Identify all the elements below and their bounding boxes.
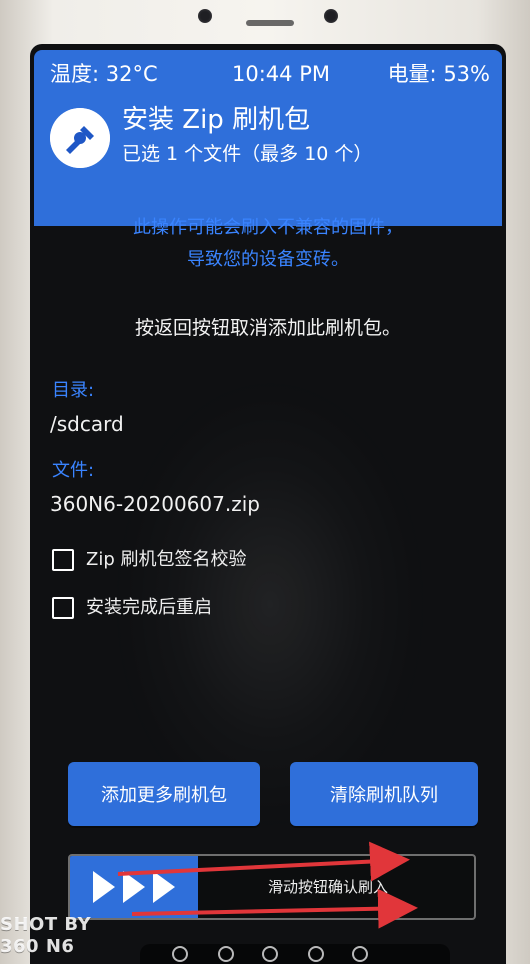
status-battery: 电量: 53%	[387, 62, 490, 86]
cancel-instruction: 按返回按钮取消添加此刷机包。	[134, 317, 401, 339]
twrp-logo-icon	[50, 108, 110, 168]
front-camera-icon	[198, 9, 212, 23]
status-time: 10:44 PM	[232, 62, 330, 86]
swipe-to-confirm-flash[interactable]: 滑动按钮确认刷入	[68, 854, 476, 920]
clear-zip-queue-button[interactable]: 清除刷机队列	[290, 762, 478, 826]
zip-signature-verify-label: Zip 刷机包签名校验	[86, 549, 247, 570]
navigation-icon	[308, 946, 324, 962]
status-bar: 温度: 32°C 10:44 PM 电量: 53%	[34, 50, 502, 98]
play-arrow-icon	[93, 871, 115, 903]
camera-watermark-line-1: SHOT BY	[0, 914, 92, 935]
warning-message: 此操作可能会刷入不兼容的固件， 导致您的设备变砖。	[30, 212, 506, 276]
directory-value: /sdcard	[50, 412, 124, 436]
phone-photo: 温度: 32°C 10:44 PM 电量: 53% 安装 Zip 刷机包 已选 …	[0, 0, 530, 964]
camera-watermark: SHOT BY 360 N6	[0, 914, 91, 958]
warning-line-1: 此操作可能会刷入不兼容的固件，	[133, 217, 403, 238]
directory-label: 目录:	[52, 380, 95, 401]
swipe-handle[interactable]	[70, 856, 198, 918]
reboot-after-install-option[interactable]: 安装完成后重启	[52, 592, 432, 624]
zip-signature-verify-checkbox[interactable]	[52, 549, 74, 571]
status-temperature: 温度: 32°C	[50, 62, 158, 86]
zip-signature-verify-option[interactable]: Zip 刷机包签名校验	[52, 544, 432, 576]
add-more-zips-label: 添加更多刷机包	[101, 785, 227, 806]
navigation-icon	[172, 946, 188, 962]
reboot-after-install-label: 安装完成后重启	[86, 597, 212, 618]
file-label: 文件:	[52, 460, 95, 481]
navigation-icon	[352, 946, 368, 962]
navigation-icon	[218, 946, 234, 962]
file-value: 360N6-20200607.zip	[50, 492, 260, 516]
play-arrow-icon	[123, 871, 145, 903]
add-more-zips-button[interactable]: 添加更多刷机包	[68, 762, 260, 826]
clear-zip-queue-label: 清除刷机队列	[330, 785, 438, 806]
play-arrow-icon	[153, 871, 175, 903]
warning-line-2: 导致您的设备变砖。	[187, 249, 349, 270]
swipe-label: 滑动按钮确认刷入	[268, 878, 389, 896]
page-subtitle: 已选 1 个文件（最多 10 个）	[122, 143, 373, 165]
app-header: 温度: 32°C 10:44 PM 电量: 53% 安装 Zip 刷机包 已选 …	[34, 50, 502, 226]
navigation-icon	[262, 946, 278, 962]
page-title: 安装 Zip 刷机包	[122, 105, 311, 135]
camera-watermark-line-2: 360 N6	[0, 936, 75, 957]
earpiece	[246, 20, 294, 26]
screen: 温度: 32°C 10:44 PM 电量: 53% 安装 Zip 刷机包 已选 …	[30, 44, 506, 964]
sensor-icon	[324, 9, 338, 23]
reboot-after-install-checkbox[interactable]	[52, 597, 74, 619]
header-main: 安装 Zip 刷机包 已选 1 个文件（最多 10 个）	[34, 98, 502, 226]
